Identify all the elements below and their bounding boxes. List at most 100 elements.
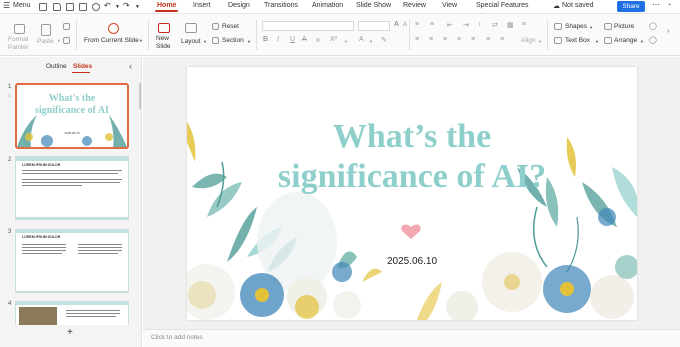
panel-scrollbar[interactable] [139, 83, 141, 109]
strikethrough-icon[interactable]: A [302, 36, 307, 43]
shapes-icon[interactable] [554, 23, 562, 30]
arrange-dropdown-icon[interactable]: ▼ [640, 39, 644, 44]
reset-icon[interactable] [212, 23, 219, 30]
layout-dropdown-icon[interactable]: ▼ [203, 39, 207, 44]
new-slide-icon[interactable] [158, 23, 170, 33]
undo-icon[interactable]: ↶ [104, 1, 111, 10]
columns-icon[interactable]: ▦ [507, 21, 514, 29]
text-direction-icon[interactable]: ⇄ [492, 21, 498, 29]
indent-increase-icon[interactable]: ⇥ [463, 21, 469, 29]
shapes-dropdown-icon[interactable]: ▼ [589, 25, 593, 30]
font-family-select[interactable] [262, 21, 354, 31]
open-folder-icon[interactable] [53, 3, 61, 11]
italic-icon[interactable]: I [277, 36, 279, 43]
chevron-down-icon[interactable]: ▼ [115, 4, 120, 10]
new-file-icon[interactable] [39, 3, 47, 11]
play-from-current-icon[interactable] [108, 23, 119, 34]
font-color-dropdown-icon[interactable]: ▼ [369, 39, 373, 44]
tab-slides[interactable]: Slides [73, 63, 92, 70]
export-icon[interactable] [92, 3, 100, 11]
more-options-icon[interactable]: ⋯ [652, 0, 660, 9]
ribbon-scroll-right-icon[interactable]: › [667, 28, 669, 35]
notes-placeholder[interactable]: Click to add notes [151, 334, 203, 341]
slide-thumbnail-3[interactable]: LOREM IPSUM DOLOR [15, 229, 129, 293]
numbering-icon[interactable]: ≡ [430, 21, 434, 28]
vertical-align-icon[interactable]: ≡ [486, 36, 490, 43]
tab-animation[interactable]: Animation [312, 2, 343, 9]
line-spacing-icon[interactable]: ↕ [478, 21, 482, 28]
reset-button[interactable]: Reset [222, 23, 239, 30]
distribute-icon[interactable]: ≡ [471, 36, 475, 43]
clear-format-icon[interactable]: ⨯ [315, 36, 321, 44]
highlight-icon[interactable]: ✎ [381, 36, 387, 44]
tab-transitions[interactable]: Transitions [264, 2, 298, 9]
menu-button[interactable]: Menu [13, 2, 31, 9]
indent-decrease-icon[interactable]: ⇤ [447, 21, 453, 29]
bold-icon[interactable]: B [263, 36, 268, 43]
current-slide[interactable]: What’s the significance of AI? 2025.06.1… [187, 67, 637, 320]
tab-home[interactable]: Home [154, 2, 179, 12]
paragraph-settings-icon[interactable]: ≡ [522, 21, 526, 28]
superscript-dropdown-icon[interactable]: ▼ [344, 39, 348, 44]
increase-font-icon[interactable]: A [394, 21, 399, 28]
justify-icon[interactable]: ≡ [457, 36, 461, 43]
section-button[interactable]: Section [222, 37, 244, 44]
paste-dropdown-icon[interactable]: ▼ [57, 38, 61, 43]
slide-thumbnail-1[interactable]: What's the significance of AI 2025.06.10 [15, 83, 129, 149]
print-icon[interactable] [79, 3, 87, 11]
format-painter-icon[interactable] [14, 24, 25, 34]
select-icon[interactable]: ◯ [649, 36, 657, 44]
paste-icon[interactable] [41, 24, 51, 36]
slide-date[interactable]: 2025.06.10 [187, 256, 637, 267]
format-painter-button[interactable]: Format Painter [8, 36, 29, 52]
tab-view[interactable]: View [442, 2, 457, 9]
redo-icon[interactable]: ↷ [123, 1, 130, 10]
notes-pane[interactable]: Click to add notes [143, 329, 680, 347]
find-icon[interactable]: ◯ [649, 22, 657, 30]
new-slide-button[interactable]: New Slide [156, 35, 170, 51]
section-dropdown-icon[interactable]: ▼ [247, 39, 251, 44]
font-color-icon[interactable]: A [359, 36, 364, 43]
quick-access-dropdown-icon[interactable]: ▼ [135, 4, 140, 10]
align-center-icon[interactable]: ≡ [429, 36, 433, 43]
underline-icon[interactable]: U [290, 36, 295, 43]
collapse-ribbon-icon[interactable]: ⌃ [667, 3, 672, 10]
tab-outline[interactable]: Outline [46, 63, 67, 70]
layout-button[interactable]: Layout [181, 38, 201, 45]
align-right-icon[interactable]: ≡ [443, 36, 447, 43]
paste-button[interactable]: Paste [37, 38, 54, 45]
slide-thumbnail-2[interactable]: LOREM IPSUM DOLOR [15, 156, 129, 220]
text-box-dropdown-icon[interactable]: ▼ [595, 39, 599, 44]
text-box-icon[interactable] [554, 37, 562, 44]
font-size-select[interactable] [358, 21, 390, 31]
picture-button[interactable]: Picture [614, 23, 634, 30]
slide-title[interactable]: What’s the significance of AI? [187, 117, 637, 197]
decrease-font-icon[interactable]: A [403, 22, 407, 28]
picture-icon[interactable] [604, 23, 612, 30]
share-button[interactable]: Share [617, 1, 645, 12]
arrange-icon[interactable] [604, 37, 612, 44]
slide-thumbnail-4[interactable] [15, 301, 129, 325]
tab-slide-show[interactable]: Slide Show [356, 2, 391, 9]
arrange-button[interactable]: Arrange [614, 37, 637, 44]
layout-icon[interactable] [185, 23, 197, 33]
from-current-slide-button[interactable]: From Current Slide [84, 37, 139, 44]
align-dropdown-icon[interactable]: ▼ [538, 39, 542, 44]
bullets-icon[interactable]: ≡ [415, 21, 419, 28]
tab-insert[interactable]: Insert [193, 2, 211, 9]
align-left-icon[interactable]: ≡ [415, 36, 419, 43]
superscript-icon[interactable]: X² [330, 36, 337, 43]
hamburger-icon[interactable]: ☰ [3, 1, 10, 10]
section-icon[interactable] [212, 37, 219, 44]
copy-icon[interactable] [63, 37, 70, 44]
tab-special-features[interactable]: Special Features [476, 2, 529, 9]
align-button[interactable]: Align [521, 37, 535, 44]
shapes-button[interactable]: Shapes [565, 23, 587, 30]
tab-review[interactable]: Review [403, 2, 426, 9]
cut-icon[interactable] [63, 23, 70, 30]
add-slide-button[interactable]: + [67, 327, 73, 338]
tab-design[interactable]: Design [228, 2, 250, 9]
save-icon[interactable] [66, 3, 74, 11]
from-current-dropdown-icon[interactable]: ▼ [139, 38, 143, 43]
collapse-panel-icon[interactable]: ‹ [129, 61, 132, 71]
